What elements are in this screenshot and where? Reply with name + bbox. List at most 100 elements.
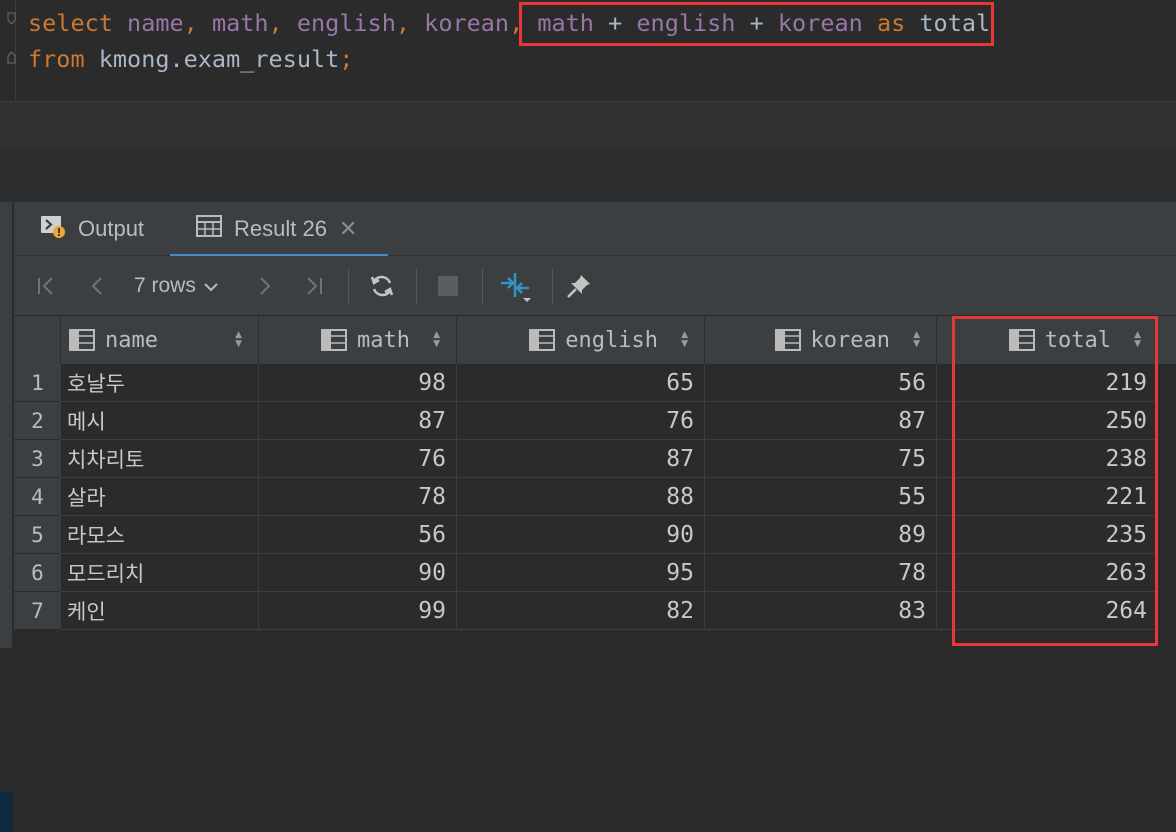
sql-editor[interactable]: select name, math, english, korean, math… [0,0,1176,102]
stop-icon[interactable] [434,256,462,316]
cell-math[interactable]: 78 [259,478,457,516]
table-row[interactable]: 7 케인 99 82 83 264 [14,592,1176,630]
cell-total[interactable]: 221 [937,478,1158,516]
sort-icon[interactable]: ▲ ▼ [235,316,242,364]
cell-korean[interactable]: 56 [705,364,937,402]
column-header-english[interactable]: english ▲ ▼ [457,316,705,364]
cell-english[interactable]: 95 [457,554,705,592]
cell-name[interactable]: 케인 [61,592,259,630]
column-header-name[interactable]: name ▲ ▼ [61,316,259,364]
cell-name[interactable]: 라모스 [61,516,259,554]
row-number[interactable]: 6 [14,554,61,592]
cell-english[interactable]: 87 [457,440,705,478]
table-row[interactable]: 2 메시 87 76 87 250 [14,402,1176,440]
table-row[interactable]: 4 살라 78 88 55 221 [14,478,1176,516]
column-header-math[interactable]: math ▲ ▼ [259,316,457,364]
cell-name[interactable]: 치차리토 [61,440,259,478]
highlight-annotation [519,2,994,46]
column-header-korean[interactable]: korean ▲ ▼ [705,316,937,364]
row-number[interactable]: 7 [14,592,61,630]
cell-math[interactable]: 98 [259,364,457,402]
sort-icon[interactable]: ▲ ▼ [681,316,688,364]
code-token: , [183,9,212,37]
row-number[interactable]: 5 [14,516,61,554]
compare-icon[interactable] [498,256,534,316]
cell-total[interactable]: 238 [937,440,1158,478]
header-filler [1158,316,1176,364]
cell-korean[interactable]: 89 [705,516,937,554]
cell-math[interactable]: 76 [259,440,457,478]
table-icon [196,215,222,243]
sort-icon[interactable]: ▲ ▼ [1134,316,1141,364]
pin-icon[interactable] [562,256,596,316]
cell-math[interactable]: 56 [259,516,457,554]
code-line-2[interactable]: from kmong.exam_result; [28,44,353,74]
cell-english[interactable]: 82 [457,592,705,630]
output-icon [40,213,66,245]
table-row[interactable]: 1 호날두 98 65 56 219 [14,364,1176,402]
table-row[interactable]: 6 모드리치 90 95 78 263 [14,554,1176,592]
tab-result-label: Result 26 [234,216,327,241]
table-row[interactable]: 5 라모스 56 90 89 235 [14,516,1176,554]
cell-name[interactable]: 모드리치 [61,554,259,592]
code-token: select [28,9,113,37]
column-label-korean: korean [810,327,890,353]
cell-name[interactable]: 살라 [61,478,259,516]
cell-english[interactable]: 76 [457,402,705,440]
first-page-icon[interactable] [32,256,60,316]
cell-korean[interactable]: 83 [705,592,937,630]
sort-icon[interactable]: ▲ ▼ [913,316,920,364]
next-page-icon[interactable] [250,256,278,316]
row-number[interactable]: 4 [14,478,61,516]
code-token: , [268,9,297,37]
cell-math[interactable]: 99 [259,592,457,630]
cell-english[interactable]: 88 [457,478,705,516]
table-row[interactable]: 3 치차리토 76 87 75 238 [14,440,1176,478]
sort-icon[interactable]: ▲ ▼ [433,316,440,364]
tab-output-label: Output [78,216,145,241]
refresh-icon[interactable] [366,256,398,316]
last-page-icon[interactable] [300,256,328,316]
cell-total[interactable]: 250 [937,402,1158,440]
cell-name[interactable]: 메시 [61,402,259,440]
cell-korean[interactable]: 87 [705,402,937,440]
toolbar-separator [552,268,553,304]
cell-total[interactable]: 235 [937,516,1158,554]
row-number[interactable]: 1 [14,364,61,402]
fold-icon[interactable] [7,12,16,25]
code-token: ; [339,45,354,73]
column-label-english: english [565,327,658,353]
column-label-name: name [105,327,158,353]
row-number[interactable]: 3 [14,440,61,478]
tab-result[interactable]: Result 26 ✕ [170,202,388,257]
cell-korean[interactable]: 78 [705,554,937,592]
row-number-header [14,316,61,364]
close-icon[interactable]: ✕ [339,216,357,242]
prev-page-icon[interactable] [84,256,112,316]
column-header-total[interactable]: total ▲ ▼ [937,316,1158,364]
code-token: korean [424,9,510,37]
tab-output[interactable]: Output [40,202,144,256]
cell-english[interactable]: 65 [457,364,705,402]
editor-empty-area [0,102,1176,148]
fold-icon[interactable] [7,50,16,64]
code-token: kmong.exam_result [98,45,340,73]
cell-korean[interactable]: 75 [705,440,937,478]
cell-math[interactable]: 87 [259,402,457,440]
cell-total[interactable]: 263 [937,554,1158,592]
left-tool-strip [0,202,13,832]
cell-english[interactable]: 90 [457,516,705,554]
cell-total[interactable]: 219 [937,364,1158,402]
cell-korean[interactable]: 55 [705,478,937,516]
cell-math[interactable]: 90 [259,554,457,592]
cell-name[interactable]: 호날두 [61,364,259,402]
column-label-math: math [357,327,410,353]
toolbar-separator [482,268,483,304]
row-number[interactable]: 2 [14,402,61,440]
rows-dropdown[interactable]: 7 rows [134,256,218,316]
column-icon [69,329,95,351]
splitter-area[interactable] [0,148,1176,202]
cell-total[interactable]: 264 [937,592,1158,630]
